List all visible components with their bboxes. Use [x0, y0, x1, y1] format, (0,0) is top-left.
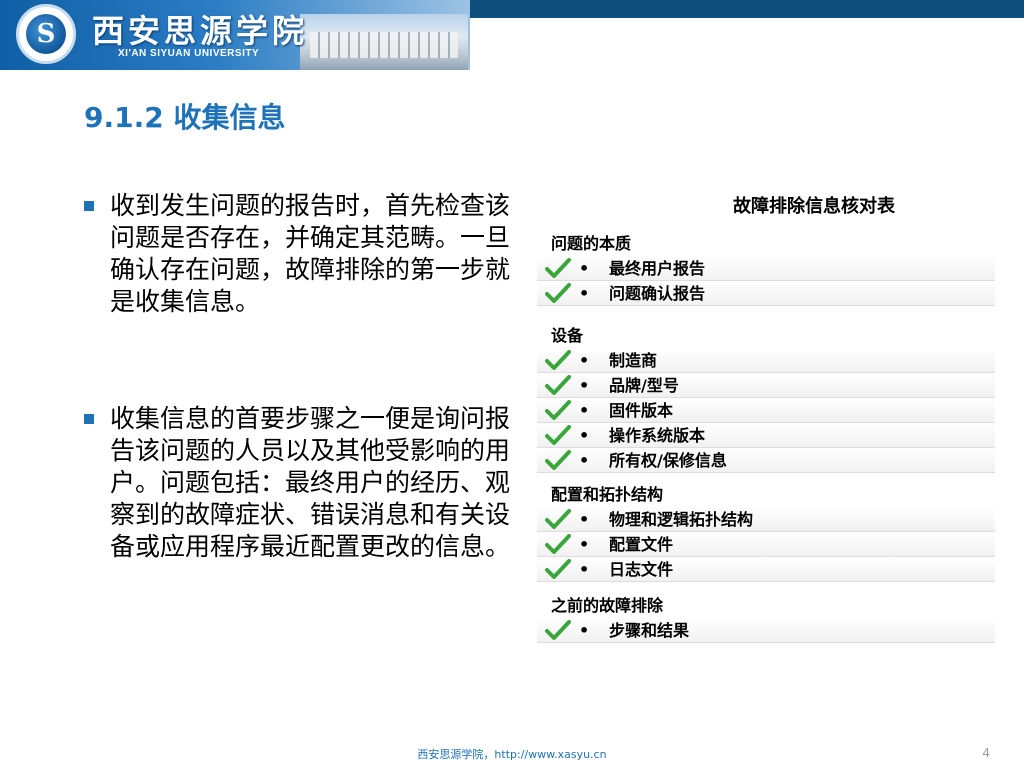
checklist-section: 设备 • 制造商 • 品牌/型号 • 固件版本 • 操作系统版本 • 所有权/保修信息 [537, 324, 995, 473]
list-bullet-icon: • [579, 401, 590, 420]
bullet-text: 收到发生问题的报告时，首先检查该问题是否存在，并确定其范畴。一旦确认存在问题，故… [110, 191, 511, 316]
bullet-square-icon [84, 201, 94, 211]
list-bullet-icon: • [579, 535, 590, 554]
check-icon [545, 283, 571, 303]
checklist-item: • 问题确认报告 [537, 281, 995, 306]
checklist-item-label: 制造商 [609, 351, 658, 370]
check-icon [545, 559, 571, 579]
university-name-cn: 西安思源学院 [92, 12, 309, 50]
checklist-item: • 固件版本 [537, 398, 995, 423]
check-icon [545, 375, 571, 395]
checklist-title: 故障排除信息核对表 [733, 196, 895, 217]
checklist-item: • 最终用户报告 [537, 256, 995, 281]
list-bullet-icon: • [579, 351, 590, 370]
checklist-item-label: 操作系统版本 [609, 426, 706, 445]
checklist-section-heading: 配置和拓扑结构 [551, 485, 664, 504]
troubleshooting-checklist: 故障排除信息核对表 问题的本质 • 最终用户报告 • 问题确认报告设备 • 制造商 • 品牌/型… [537, 180, 995, 650]
checklist-item: • 所有权/保修信息 [537, 448, 995, 473]
checklist-item-label: 日志文件 [609, 560, 674, 579]
bullet-item: 收集信息的首要步骤之一便是询问报告该问题的人员以及其他受影响的用户。问题包括：最… [84, 403, 524, 563]
checklist-item-label: 品牌/型号 [609, 376, 679, 395]
check-icon [545, 450, 571, 470]
bullet-text: 收集信息的首要步骤之一便是询问报告该问题的人员以及其他受影响的用户。问题包括：最… [110, 404, 511, 561]
list-bullet-icon: • [579, 621, 590, 640]
checklist-item-label: 步骤和结果 [609, 621, 690, 640]
check-icon [545, 534, 571, 554]
list-bullet-icon: • [579, 284, 590, 303]
header-banner: S 西安思源学院 XI'AN SIYUAN UNIVERSITY [0, 0, 470, 70]
footer-text: 西安思源学院，http://www.xasyu.cn [417, 748, 607, 761]
list-bullet-icon: • [579, 426, 590, 445]
checklist-item-label: 问题确认报告 [609, 284, 706, 303]
checklist-item: • 步骤和结果 [537, 618, 995, 643]
check-icon [545, 350, 571, 370]
list-bullet-icon: • [579, 451, 590, 470]
check-icon [545, 509, 571, 529]
bullet-square-icon [84, 414, 94, 424]
checklist-item: • 品牌/型号 [537, 373, 995, 398]
university-name-en: XI'AN SIYUAN UNIVERSITY [118, 48, 260, 59]
list-bullet-icon: • [579, 259, 590, 278]
checklist-item: • 日志文件 [537, 557, 995, 582]
logo-emblem: S [26, 14, 66, 54]
page-number: 4 [982, 746, 990, 760]
checklist-item-label: 最终用户报告 [609, 259, 706, 278]
checklist-item: • 物理和逻辑拓扑结构 [537, 507, 995, 532]
checklist-item-label: 所有权/保修信息 [609, 451, 727, 470]
page-title: 9.1.2 收集信息 [84, 101, 286, 134]
bullet-item: 收到发生问题的报告时，首先检查该问题是否存在，并确定其范畴。一旦确认存在问题，故… [84, 190, 524, 318]
campus-building-image [300, 14, 468, 70]
checklist-item-label: 固件版本 [609, 401, 674, 420]
check-icon [545, 258, 571, 278]
checklist-section: 之前的故障排除 • 步骤和结果 [537, 594, 995, 643]
checklist-section: 问题的本质 • 最终用户报告 • 问题确认报告 [537, 232, 995, 306]
checklist-item-label: 物理和逻辑拓扑结构 [609, 510, 754, 529]
checklist-item: • 操作系统版本 [537, 423, 995, 448]
list-bullet-icon: • [579, 510, 590, 529]
university-logo: S [16, 4, 76, 64]
checklist-item: • 配置文件 [537, 532, 995, 557]
checklist-section: 配置和拓扑结构 • 物理和逻辑拓扑结构 • 配置文件 • 日志文件 [537, 483, 995, 582]
checklist-item-label: 配置文件 [609, 535, 674, 554]
checklist-section-heading: 设备 [551, 326, 584, 345]
list-bullet-icon: • [579, 376, 590, 395]
checklist-item: • 制造商 [537, 348, 995, 373]
header-top-bar [470, 0, 1024, 18]
checklist-section-heading: 之前的故障排除 [551, 596, 664, 615]
checklist-section-heading: 问题的本质 [551, 234, 632, 253]
check-icon [545, 425, 571, 445]
check-icon [545, 400, 571, 420]
check-icon [545, 620, 571, 640]
list-bullet-icon: • [579, 560, 590, 579]
